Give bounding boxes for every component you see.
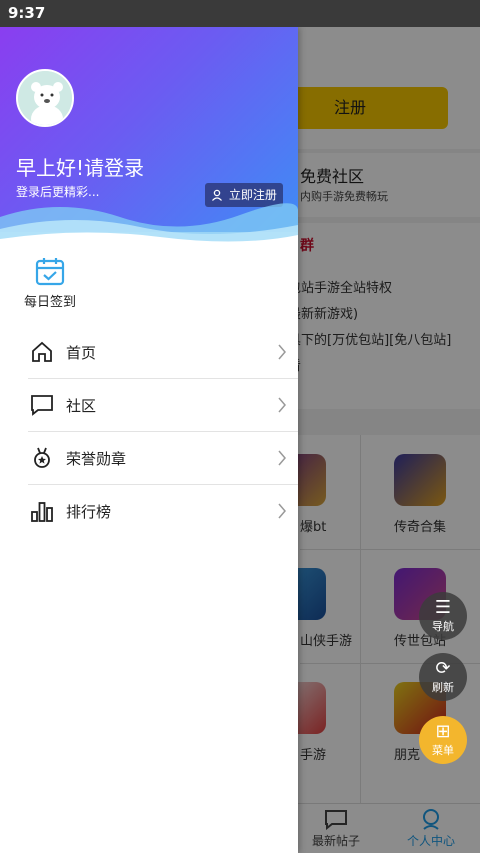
menu-fab[interactable]: ⊞ 菜单 [419,716,467,764]
status-bar: 9:37 [0,0,480,27]
drawer-menu: 首页 社区 荣誉勋章 排行榜 [28,326,298,538]
refresh-icon: ⟳ [435,658,451,679]
medal-icon [34,447,50,468]
menu-item-leaderboard[interactable]: 排行榜 [28,485,298,538]
fab-label: 刷新 [432,681,454,694]
bear-avatar-icon [18,71,72,125]
chat-icon [31,395,53,416]
menu-item-medals[interactable]: 荣誉勋章 [28,432,298,485]
menu-item-label: 荣誉勋章 [66,450,127,468]
calendar-check-icon [35,258,65,286]
nav-fab[interactable]: ☰ 导航 [419,592,467,640]
home-icon [32,341,52,362]
drawer-header: 早上好!请登录 登录后更精彩... 立即注册 [0,27,298,257]
menu-item-label: 首页 [66,344,97,362]
menu-item-community[interactable]: 社区 [28,379,298,432]
fab-label: 菜单 [432,744,454,757]
greeting-text[interactable]: 早上好!请登录 [16,152,144,181]
bar-chart-icon [31,502,53,522]
menu-item-label: 排行榜 [66,503,112,521]
chevron-right-icon [278,344,286,360]
chevron-right-icon [278,450,286,466]
status-time: 9:37 [8,4,46,22]
navigation-drawer: 早上好!请登录 登录后更精彩... 立即注册 每日签到 首页 社区 荣誉勋章 排… [0,27,298,853]
header-wave-decoration [0,203,298,257]
chevron-right-icon [278,503,286,519]
daily-checkin-button[interactable]: 每日签到 [18,255,82,310]
checkin-label: 每日签到 [23,295,76,310]
list-icon: ☰ [434,597,452,618]
menu-item-label: 社区 [66,397,97,415]
avatar[interactable] [16,69,74,127]
fab-label: 导航 [432,620,454,633]
menu-item-home[interactable]: 首页 [28,326,298,379]
refresh-fab[interactable]: ⟳ 刷新 [419,653,467,701]
chevron-right-icon [278,397,286,413]
grid-icon: ⊞ [435,721,451,742]
